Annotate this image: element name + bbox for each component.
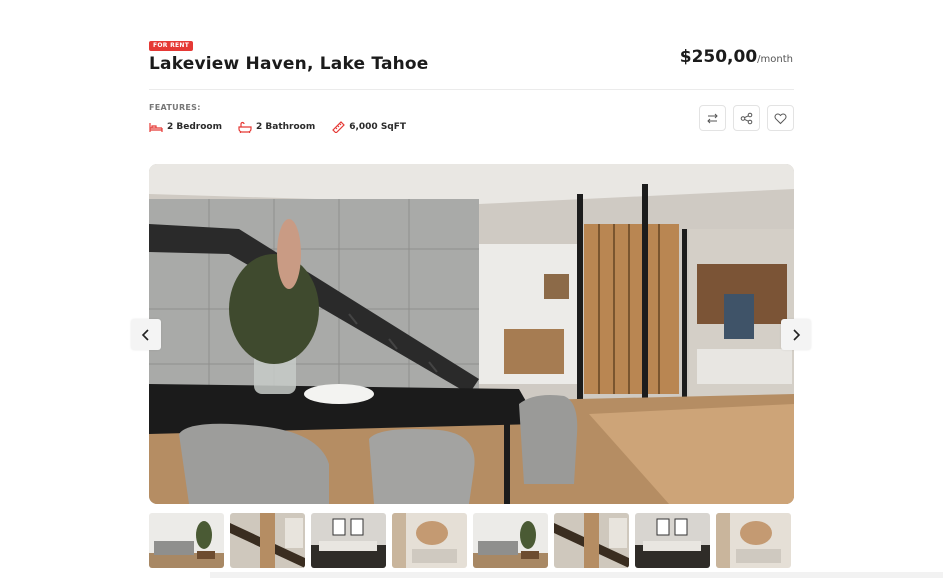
- thumbnail[interactable]: [230, 513, 305, 568]
- feature-bathroom: 2 Bathroom: [238, 121, 315, 133]
- thumbnail-image: [392, 513, 467, 568]
- main-gallery-image[interactable]: [149, 164, 794, 504]
- share-button[interactable]: [733, 105, 760, 131]
- thumbnail-image: [554, 513, 629, 568]
- thumbnail-image: [311, 513, 386, 568]
- features-label: FEATURES:: [149, 103, 201, 112]
- bathtub-icon: [238, 121, 252, 133]
- thumbnail-image: [473, 513, 548, 568]
- thumbnail[interactable]: [473, 513, 548, 568]
- feature-area: 6,000 SqFT: [331, 121, 406, 133]
- gallery-next-button[interactable]: [781, 319, 811, 350]
- gallery-prev-button[interactable]: [131, 319, 161, 350]
- favorite-button[interactable]: [767, 105, 794, 131]
- listing-price: $250,00/month: [680, 47, 793, 67]
- features-list: 2 Bedroom 2 Bathroom 6,000 SqFT: [149, 121, 406, 133]
- feature-label: 6,000 SqFT: [349, 122, 407, 132]
- thumbnail-image: [230, 513, 305, 568]
- share-icon: [740, 112, 753, 124]
- feature-label: 2 Bedroom: [167, 122, 222, 132]
- thumbnail[interactable]: [635, 513, 710, 568]
- thumbnail-image: [635, 513, 710, 568]
- price-value: $250,00: [679, 47, 758, 67]
- thumbnail-image: [149, 513, 224, 568]
- price-period: /month: [757, 54, 793, 65]
- bed-icon: [149, 123, 163, 132]
- horizontal-scrollbar[interactable]: [210, 572, 943, 578]
- feature-bedroom: 2 Bedroom: [149, 121, 222, 133]
- thumbnail[interactable]: [554, 513, 629, 568]
- thumbnail[interactable]: [149, 513, 224, 568]
- thumbnail-strip: [149, 513, 791, 568]
- chevron-left-icon: [141, 328, 149, 341]
- divider: [149, 89, 794, 90]
- feature-label: 2 Bathroom: [255, 122, 316, 132]
- chevron-right-icon: [793, 328, 801, 341]
- interior-photo: [149, 164, 794, 504]
- listing-actions: [699, 105, 794, 131]
- thumbnail[interactable]: [716, 513, 791, 568]
- heart-icon: [774, 112, 787, 124]
- listing-title: Lakeview Haven, Lake Tahoe: [149, 54, 429, 74]
- compare-arrows-icon: [707, 113, 718, 123]
- status-badge: FOR RENT: [149, 41, 194, 51]
- compare-button[interactable]: [699, 105, 726, 131]
- thumbnail[interactable]: [392, 513, 467, 568]
- thumbnail[interactable]: [311, 513, 386, 568]
- thumbnail-image: [716, 513, 791, 568]
- ruler-icon: [332, 121, 346, 133]
